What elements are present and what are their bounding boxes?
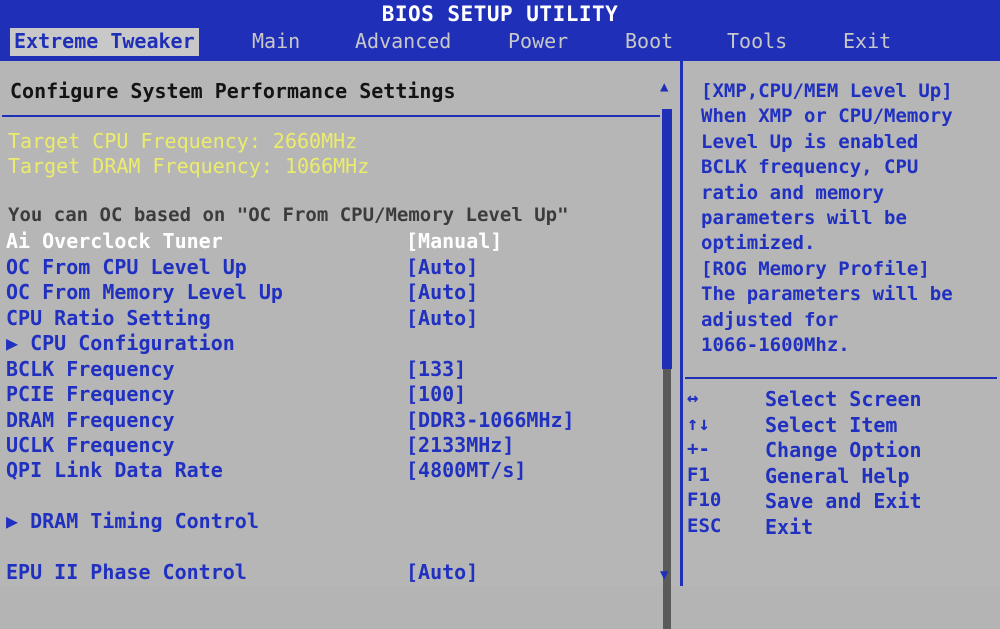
- bios-screen: BIOS SETUP UTILITY Extreme Tweaker Main …: [0, 0, 1000, 629]
- key-description: Select Screen: [765, 387, 922, 411]
- setting-label: Ai Overclock Tuner: [6, 229, 223, 253]
- setting-label: EPU II Phase Control: [6, 560, 247, 584]
- tab-exit[interactable]: Exit: [843, 28, 891, 56]
- help-line: ratio and memory: [701, 181, 885, 204]
- help-line: optimized.: [701, 232, 816, 255]
- setting-value[interactable]: [Auto]: [406, 306, 478, 330]
- title-bar: BIOS SETUP UTILITY: [0, 0, 1000, 28]
- setting-dram-frequency[interactable]: DRAM Frequency [DDR3-1066MHz]: [6, 408, 656, 432]
- help-line: [ROG Memory Profile]: [701, 257, 930, 280]
- key-row: ESC Exit: [687, 515, 997, 541]
- key-row: +- Change Option: [687, 438, 997, 464]
- setting-label: DRAM Frequency: [6, 408, 175, 432]
- f1-key: F1: [687, 463, 710, 486]
- setting-label: BCLK Frequency: [6, 357, 175, 381]
- key-row: F10 Save and Exit: [687, 489, 997, 515]
- help-line: 1066-1600Mhz.: [701, 334, 850, 357]
- help-line: [XMP,CPU/MEM Level Up]: [701, 80, 953, 102]
- key-row: ↔ Select Screen: [687, 387, 997, 413]
- setting-label: PCIE Frequency: [6, 382, 175, 406]
- key-description: Change Option: [765, 438, 922, 463]
- scroll-down-arrow-icon[interactable]: ▼: [660, 567, 668, 583]
- scrollbar-thumb[interactable]: [662, 109, 672, 369]
- submenu-cpu-configuration[interactable]: ▶ CPU Configuration: [6, 331, 656, 355]
- tab-advanced[interactable]: Advanced: [355, 28, 451, 56]
- setting-value[interactable]: [100]: [406, 382, 466, 406]
- setting-value[interactable]: [2133MHz]: [406, 433, 514, 457]
- key-description: Exit: [765, 514, 814, 539]
- submenu-label: ▶ CPU Configuration: [6, 331, 235, 355]
- setting-epu-ii-phase-control[interactable]: EPU II Phase Control [Auto]: [6, 560, 656, 584]
- setting-value[interactable]: [133]: [406, 357, 466, 381]
- help-line: adjusted for: [701, 308, 839, 331]
- esc-key: ESC: [687, 514, 722, 537]
- tab-power[interactable]: Power: [508, 28, 568, 56]
- setting-value[interactable]: [Manual]: [406, 229, 502, 253]
- f10-key: F10: [687, 489, 722, 512]
- help-line: BCLK frequency, CPU: [701, 156, 919, 179]
- key-description: General Help: [765, 463, 910, 488]
- setting-label: UCLK Frequency: [6, 433, 175, 457]
- help-line: When XMP or CPU/Memory: [701, 105, 953, 128]
- tab-extreme-tweaker[interactable]: Extreme Tweaker: [10, 28, 199, 56]
- submenu-dram-timing-control[interactable]: ▶ DRAM Timing Control: [6, 509, 656, 533]
- help-panel: [XMP,CPU/MEM Level Up] When XMP or CPU/M…: [683, 61, 1000, 586]
- target-cpu-frequency: Target CPU Frequency: 2660MHz: [8, 129, 358, 153]
- scrollbar-track[interactable]: [663, 369, 671, 629]
- help-line: Level Up is enabled: [701, 130, 919, 153]
- help-line: parameters will be: [701, 207, 907, 230]
- setting-bclk-frequency[interactable]: BCLK Frequency [133]: [6, 357, 656, 381]
- setting-label: OC From Memory Level Up: [6, 280, 283, 304]
- key-row: F1 General Help: [687, 464, 997, 490]
- setting-oc-from-cpu-level-up[interactable]: OC From CPU Level Up [Auto]: [6, 255, 656, 279]
- setting-value[interactable]: [Auto]: [406, 560, 478, 584]
- setting-cpu-ratio[interactable]: CPU Ratio Setting [Auto]: [6, 306, 656, 330]
- key-row: ↑↓ Select Item: [687, 413, 997, 439]
- setting-qpi-link-data-rate[interactable]: QPI Link Data Rate [4800MT/s]: [6, 458, 656, 482]
- setting-oc-from-memory-level-up[interactable]: OC From Memory Level Up [Auto]: [6, 280, 656, 304]
- key-legend: ↔ Select Screen ↑↓ Select Item +- Change…: [687, 387, 997, 541]
- up-down-arrow-icon: ↑↓: [687, 412, 710, 435]
- setting-label: CPU Ratio Setting: [6, 306, 211, 330]
- tab-tools[interactable]: Tools: [727, 28, 787, 56]
- setting-pcie-frequency[interactable]: PCIE Frequency [100]: [6, 382, 656, 406]
- left-right-arrow-icon: ↔: [687, 387, 699, 409]
- setting-label: QPI Link Data Rate: [6, 458, 223, 482]
- setting-value[interactable]: [Auto]: [406, 255, 478, 279]
- settings-panel: Configure System Performance Settings Ta…: [0, 61, 683, 629]
- setting-label: OC From CPU Level Up: [6, 255, 247, 279]
- help-text: [XMP,CPU/MEM Level Up] When XMP or CPU/M…: [701, 79, 997, 358]
- page-title: Configure System Performance Settings: [10, 79, 456, 103]
- setting-uclk-frequency[interactable]: UCLK Frequency [2133MHz]: [6, 433, 656, 457]
- oc-note: You can OC based on "OC From CPU/Memory …: [8, 204, 569, 226]
- key-description: Save and Exit: [765, 489, 922, 514]
- setting-value[interactable]: [DDR3-1066MHz]: [406, 408, 575, 432]
- scroll-up-arrow-icon[interactable]: ▲: [660, 79, 668, 95]
- setting-value[interactable]: [Auto]: [406, 280, 478, 304]
- help-divider: [685, 377, 997, 379]
- submenu-label: ▶ DRAM Timing Control: [6, 509, 259, 533]
- setting-value[interactable]: [4800MT/s]: [406, 458, 526, 482]
- heading-divider: [2, 115, 660, 117]
- tab-boot[interactable]: Boot: [625, 28, 673, 56]
- target-dram-frequency: Target DRAM Frequency: 1066MHz: [8, 154, 370, 178]
- plus-minus-key: +-: [687, 438, 710, 461]
- key-description: Select Item: [765, 412, 898, 437]
- help-line: The parameters will be: [701, 283, 953, 306]
- setting-ai-overclock-tuner[interactable]: Ai Overclock Tuner [Manual]: [6, 229, 656, 253]
- tab-main[interactable]: Main: [252, 28, 300, 56]
- menu-bar: Extreme Tweaker Main Advanced Power Boot…: [0, 28, 1000, 58]
